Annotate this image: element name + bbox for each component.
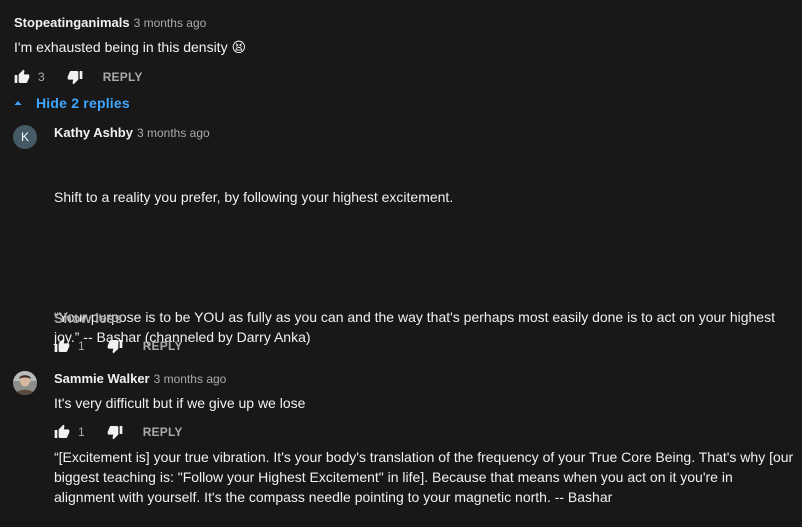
like-count: 1 xyxy=(78,339,85,353)
thumbs-up-icon xyxy=(54,338,70,352)
comment-author-line: Stopeatinganimals 3 months ago xyxy=(14,15,206,30)
thumbs-down-icon xyxy=(107,426,123,440)
hide-replies-label: Hide 2 replies xyxy=(36,95,130,111)
like-count: 3 xyxy=(38,70,45,84)
thumbs-up-icon xyxy=(54,424,70,438)
avatar[interactable] xyxy=(13,371,37,395)
comment-text: I'm exhausted being in this density 😫 xyxy=(14,39,247,55)
show-less-link[interactable]: Show less xyxy=(54,310,122,326)
like-button[interactable] xyxy=(50,420,74,444)
reply-button[interactable]: REPLY xyxy=(103,70,143,84)
comment-author[interactable]: Stopeatinganimals xyxy=(14,15,130,30)
reply-paragraph: “[Excitement is] your true vibration. It… xyxy=(54,449,798,505)
like-button[interactable] xyxy=(50,334,74,358)
comment-actions: 3 REPLY xyxy=(10,65,143,89)
reply-button[interactable]: REPLY xyxy=(143,339,183,353)
avatar-letter: K xyxy=(20,130,29,144)
reply-actions: 1 REPLY xyxy=(50,334,183,358)
thumbs-up-icon xyxy=(14,69,30,83)
reply-timestamp[interactable]: 3 months ago xyxy=(137,126,210,140)
reply-author[interactable]: Sammie Walker xyxy=(54,371,150,386)
dislike-button[interactable] xyxy=(103,334,127,358)
avatar-photo xyxy=(13,371,37,395)
like-button[interactable] xyxy=(10,65,34,89)
hide-replies-toggle[interactable]: Hide 2 replies xyxy=(12,95,130,111)
reply-author-line: Sammie Walker 3 months ago xyxy=(54,371,226,386)
reply-timestamp[interactable]: 3 months ago xyxy=(154,372,227,386)
avatar[interactable]: K xyxy=(13,125,37,149)
reply-text: It's very difficult but if we give up we… xyxy=(54,395,306,411)
dislike-button[interactable] xyxy=(63,65,87,89)
reply-actions: 1 REPLY xyxy=(50,420,183,444)
thumbs-down-icon xyxy=(67,71,83,85)
comment-timestamp[interactable]: 3 months ago xyxy=(134,16,207,30)
reply-button[interactable]: REPLY xyxy=(143,425,183,439)
reply-author[interactable]: Kathy Ashby xyxy=(54,125,133,140)
like-count: 1 xyxy=(78,425,85,439)
thumbs-down-icon xyxy=(107,340,123,354)
caret-up-icon xyxy=(14,101,22,105)
reply-author-line: Kathy Ashby 3 months ago xyxy=(54,125,210,140)
reply-paragraph: Shift to a reality you prefer, by follow… xyxy=(54,189,454,205)
dislike-button[interactable] xyxy=(103,420,127,444)
